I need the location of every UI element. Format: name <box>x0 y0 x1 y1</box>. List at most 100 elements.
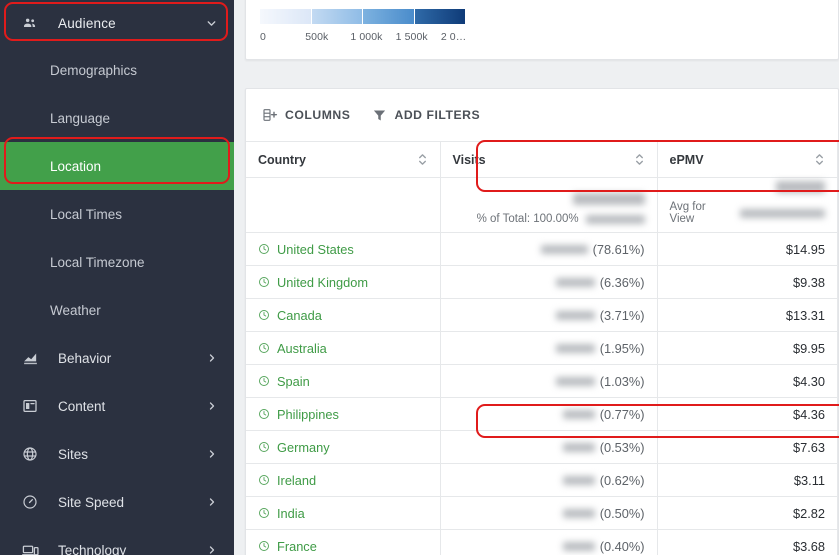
sidebar-item-content[interactable]: Content <box>0 382 234 430</box>
visits-percent: (0.40%) <box>599 538 645 554</box>
visits-percent: (1.03%) <box>599 373 645 389</box>
clock-icon <box>258 540 270 552</box>
chevron-down-icon[interactable] <box>205 17 218 30</box>
summary-visits-total: 1 200 281 <box>573 192 645 205</box>
sidebar-group-audience[interactable]: Audience <box>0 0 234 46</box>
chevron-right-icon[interactable] <box>206 352 218 364</box>
people-icon <box>22 15 46 31</box>
chevron-right-icon[interactable] <box>206 544 218 555</box>
visits-value: 12 365 <box>555 376 595 386</box>
column-header-country[interactable]: Country <box>246 141 441 178</box>
table-row[interactable]: United States 943 195 (78.61%) $14.95 <box>246 232 838 266</box>
sidebar-item-technology[interactable]: Technology <box>0 526 234 555</box>
cell-country[interactable]: India <box>246 496 441 530</box>
sidebar-item-local-timezone[interactable]: Local Timezone <box>0 238 234 286</box>
cell-epmv: $7.63 <box>657 430 838 464</box>
sidebar-item-sites[interactable]: Sites <box>0 430 234 478</box>
sidebar-item-demographics[interactable]: Demographics <box>0 46 234 94</box>
cell-country[interactable]: Ireland <box>246 463 441 497</box>
epmv-value: $3.68 <box>792 538 825 554</box>
cell-country[interactable]: Australia <box>246 331 441 365</box>
sidebar-item-weather[interactable]: Weather <box>0 286 234 334</box>
visits-percent: (3.71%) <box>599 307 645 323</box>
visits-percent: (78.61%) <box>592 241 645 257</box>
legend: 0 500k 1 000k 1 500k 2 0… <box>260 9 486 43</box>
table-summary-row: 1 200 281 % of Total: 100.00% (1 200 281… <box>246 177 838 233</box>
cell-country[interactable]: France <box>246 529 441 555</box>
table-row[interactable]: United Kingdom 76 338 (6.36%) $9.38 <box>246 265 838 299</box>
table-row[interactable]: Germany 6 399 (0.53%) $7.63 <box>246 430 838 464</box>
sidebar: Audience Demographics Language Location … <box>0 0 234 555</box>
cell-epmv: $4.30 <box>657 364 838 398</box>
sort-updown-icon[interactable] <box>814 153 825 166</box>
country-name: Canada <box>277 307 322 323</box>
column-header-label: Visits <box>452 152 486 167</box>
cell-country[interactable]: Canada <box>246 298 441 332</box>
table-row[interactable]: Australia 23 406 (1.95%) $9.95 <box>246 331 838 365</box>
visits-value: 943 195 <box>541 244 588 254</box>
chevron-right-icon[interactable] <box>206 400 218 412</box>
cell-epmv: $14.95 <box>657 232 838 266</box>
column-header-label: Country <box>258 152 306 167</box>
legend-segment <box>414 9 465 24</box>
summary-epmv-note-value: ($13.46 (0.00%)) <box>739 208 825 218</box>
table-row[interactable]: India 6 019 (0.50%) $2.82 <box>246 496 838 530</box>
country-name: United States <box>277 241 354 257</box>
cell-epmv: $9.95 <box>657 331 838 365</box>
visits-percent: (0.62%) <box>599 472 645 488</box>
sidebar-item-local-times[interactable]: Local Times <box>0 190 234 238</box>
sidebar-item-behavior[interactable]: Behavior <box>0 334 234 382</box>
cell-country[interactable]: Germany <box>246 430 441 464</box>
cell-visits: 4 838 (0.40%) <box>440 529 658 555</box>
epmv-value: $9.38 <box>792 274 825 290</box>
clock-icon <box>258 474 270 486</box>
cell-country[interactable]: Philippines <box>246 397 441 431</box>
visits-percent: (0.77%) <box>599 406 645 422</box>
columns-button-label: COLUMNS <box>285 108 351 122</box>
sort-updown-icon[interactable] <box>634 153 645 166</box>
table-row[interactable]: Ireland 7 464 (0.62%) $3.11 <box>246 463 838 497</box>
epmv-value: $4.36 <box>792 406 825 422</box>
cell-country[interactable]: United States <box>246 232 441 266</box>
cell-visits: 6 399 (0.53%) <box>440 430 658 464</box>
summary-cell-country <box>246 177 441 233</box>
cell-visits: 6 019 (0.50%) <box>440 496 658 530</box>
visits-value: 4 838 <box>562 541 595 551</box>
columns-button[interactable]: COLUMNS <box>260 103 352 127</box>
visits-value: 76 338 <box>555 277 595 287</box>
cell-visits: 9 186 (0.77%) <box>440 397 658 431</box>
cell-epmv: $3.11 <box>657 463 838 497</box>
chevron-right-icon[interactable] <box>206 496 218 508</box>
clock-icon <box>258 309 270 321</box>
sidebar-item-language[interactable]: Language <box>0 94 234 142</box>
app-window: Audience Demographics Language Location … <box>0 0 839 555</box>
sidebar-item-label: Technology <box>58 542 127 555</box>
cell-country[interactable]: Spain <box>246 364 441 398</box>
sort-updown-icon[interactable] <box>417 153 428 166</box>
sidebar-item-location[interactable]: Location <box>0 142 234 190</box>
table-row[interactable]: Philippines 9 186 (0.77%) $4.36 <box>246 397 838 431</box>
column-header-visits[interactable]: Visits <box>440 141 658 178</box>
add-filters-button-label: ADD FILTERS <box>394 108 481 122</box>
main-panel: 0 500k 1 000k 1 500k 2 0… COLUMNS ADD FI… <box>234 0 839 555</box>
table-row[interactable]: France 4 838 (0.40%) $3.68 <box>246 529 838 555</box>
clock-icon <box>258 243 270 255</box>
table-row[interactable]: Canada 44 563 (3.71%) $13.31 <box>246 298 838 332</box>
cell-country[interactable]: United Kingdom <box>246 265 441 299</box>
sidebar-item-site-speed[interactable]: Site Speed <box>0 478 234 526</box>
country-name: Philippines <box>277 406 339 422</box>
visits-value: 7 464 <box>562 475 595 485</box>
column-header-epmv[interactable]: ePMV <box>657 141 838 178</box>
table-row[interactable]: Spain 12 365 (1.03%) $4.30 <box>246 364 838 398</box>
add-filters-button[interactable]: ADD FILTERS <box>370 104 482 127</box>
visits-percent: (6.36%) <box>599 274 645 290</box>
clock-icon <box>258 408 270 420</box>
summary-visits-note-value: (1 200 281) <box>585 214 645 224</box>
cell-visits: 76 338 (6.36%) <box>440 265 658 299</box>
chevron-right-icon[interactable] <box>206 448 218 460</box>
epmv-value: $14.95 <box>785 241 825 257</box>
cell-epmv: $13.31 <box>657 298 838 332</box>
devices-icon <box>22 542 46 555</box>
data-table-card: COLUMNS ADD FILTERS Country Visits ePMV … <box>245 88 839 555</box>
speedometer-icon <box>22 494 46 510</box>
